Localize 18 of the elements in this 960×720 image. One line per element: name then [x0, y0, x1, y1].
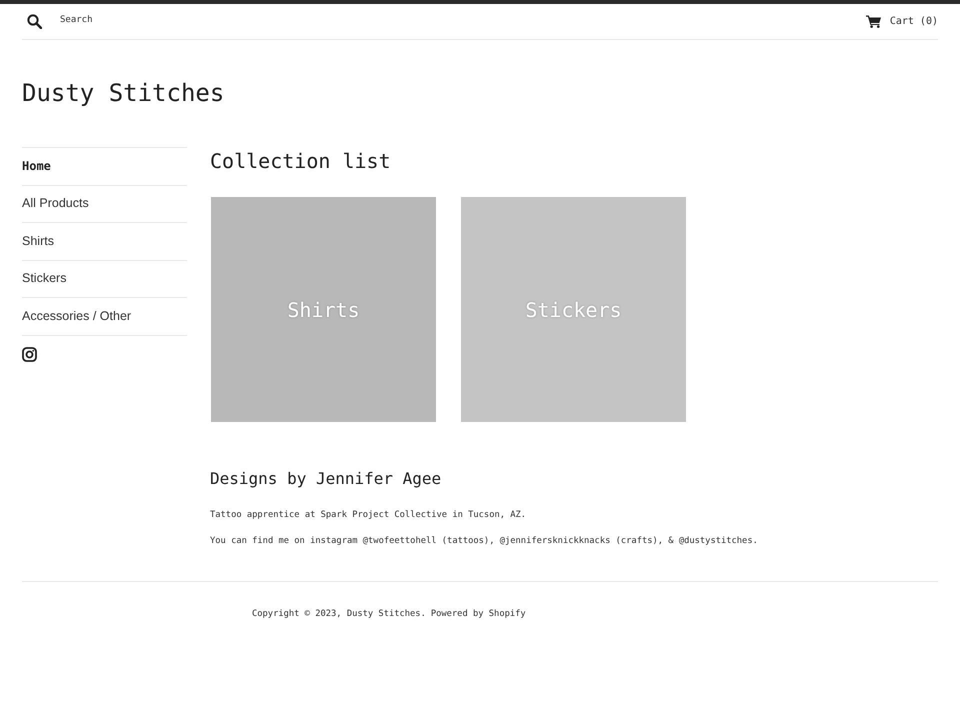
about-paragraph: Tattoo apprentice at Spark Project Collective in Tucson, AZ. — [210, 509, 526, 522]
sidebar-link[interactable]: Shirts — [22, 232, 54, 251]
sidebar-link[interactable]: All Products — [22, 194, 89, 214]
sidebar-link[interactable]: Home — [22, 157, 51, 176]
about-paragraph: You can find me on instagram @twofeettohell (tattoos), @jennifersknickknacks (crafts), & @dustystitches. — [210, 535, 758, 548]
powered-by-link[interactable]: Powered by Shopify — [430, 607, 526, 621]
search-button[interactable] — [27, 14, 42, 29]
sidebar-link[interactable]: Accessories / Other — [22, 306, 132, 326]
copyright-text: Copyright © 2023, Dusty Stitches. — [252, 608, 426, 621]
instagram-icon[interactable] — [22, 346, 37, 362]
collection-heading: Collection list — [210, 149, 391, 173]
about-heading: Designs by Jennifer Agee — [210, 469, 442, 489]
search-field[interactable]: Search — [60, 10, 260, 30]
cart-icon — [866, 15, 881, 28]
cart-link[interactable]: Cart (0) — [866, 14, 938, 29]
sidebar-link[interactable]: Stickers — [22, 269, 66, 288]
search-icon — [27, 14, 42, 29]
site-title[interactable]: Dusty Stitches — [22, 79, 224, 108]
